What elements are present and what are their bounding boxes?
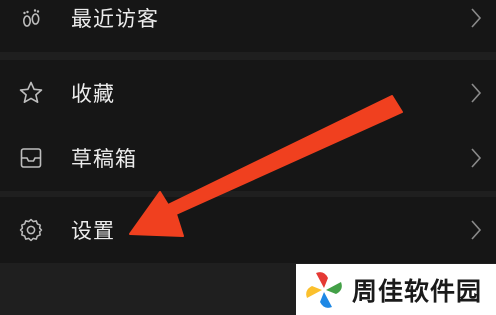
inbox-tray-icon: [18, 145, 44, 171]
menu-item-recent-visitors[interactable]: 最近访客: [0, 0, 496, 51]
menu-item-label: 最近访客: [71, 7, 159, 31]
chevron-right-icon: [471, 148, 482, 168]
watermark: 周佳软件园: [296, 264, 496, 315]
menu-item-label: 收藏: [71, 82, 115, 106]
menu-item-settings[interactable]: 设置: [0, 197, 496, 263]
gear-icon: [18, 217, 44, 243]
menu-item-favorites[interactable]: 收藏: [0, 60, 496, 126]
pinwheel-logo-icon: [306, 271, 342, 308]
star-icon: [18, 80, 44, 106]
menu-item-label: 设置: [71, 219, 115, 243]
watermark-text: 周佳软件园: [352, 276, 483, 306]
chevron-right-icon: [471, 220, 482, 240]
settings-menu-screen: 最近访客 收藏 草稿箱 设置 周佳软件园: [0, 0, 496, 315]
chevron-right-icon: [471, 8, 482, 28]
chevron-right-icon: [471, 83, 482, 103]
menu-item-label: 草稿箱: [71, 147, 137, 171]
footprint-icon: [18, 5, 44, 31]
menu-item-drafts[interactable]: 草稿箱: [0, 125, 496, 191]
